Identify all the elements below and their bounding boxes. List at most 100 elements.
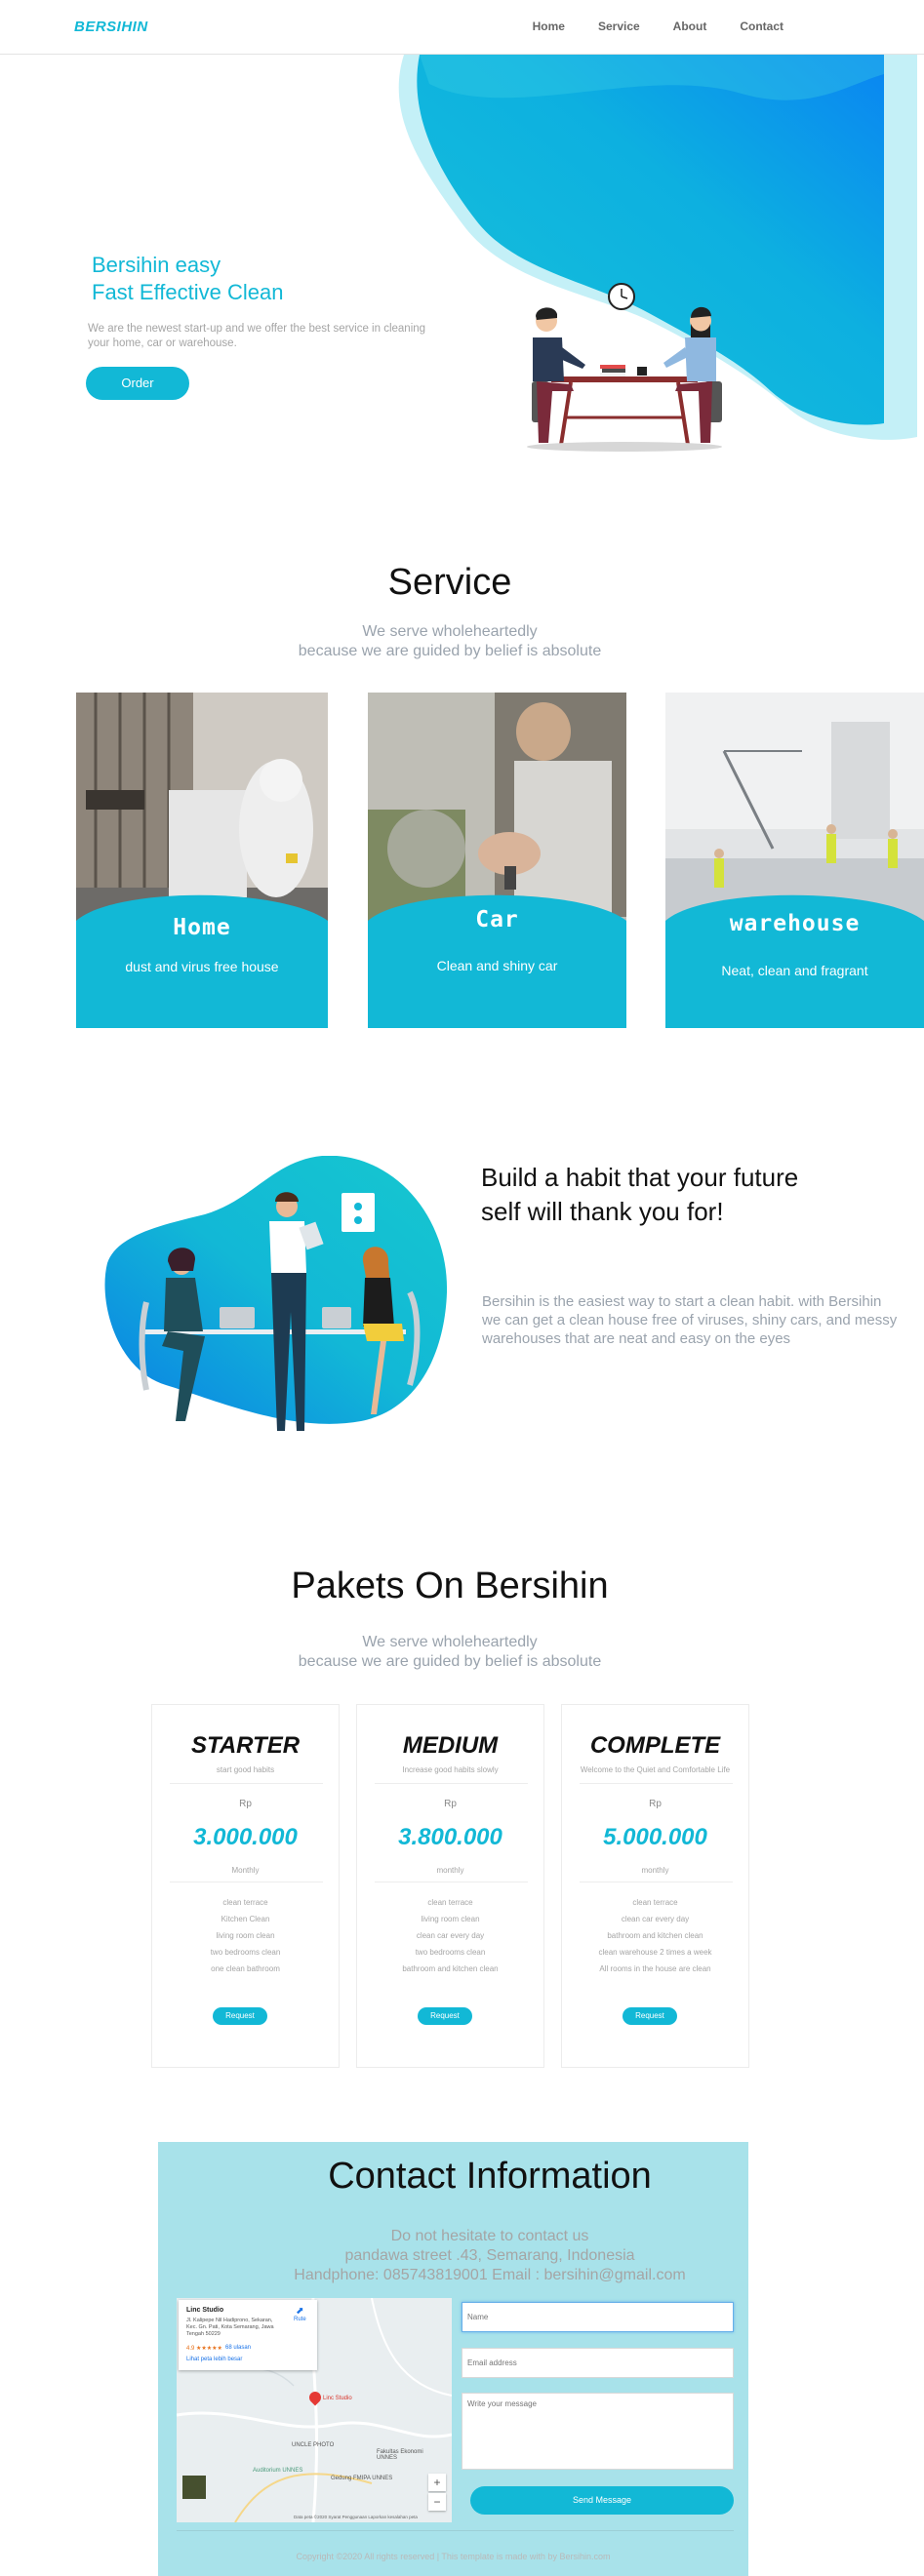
service-card-car[interactable]: Car Clean and shiny car [368, 693, 626, 1028]
map-label: Auditorium UNNES [253, 2468, 303, 2474]
hero-illustration [398, 55, 917, 452]
request-button[interactable]: Request [213, 2007, 267, 2025]
plan-card-starter: STARTER start good habits Rp 3.000.000 M… [151, 1704, 340, 2068]
plan-feature: Kitchen Clean [221, 1915, 270, 1923]
service-title: Service [387, 562, 512, 603]
nav-link-service[interactable]: Service [598, 20, 640, 33]
service-subtitle: We serve wholeheartedly because we are g… [0, 622, 900, 661]
plan-tagline: Increase good habits slowly [402, 1765, 499, 1774]
name-input[interactable] [462, 2302, 734, 2332]
service-card-wave [368, 894, 626, 1028]
plan-price: 5.000.000 [603, 1824, 707, 1850]
contact-address: pandawa street .43, Semarang, Indonesia [344, 2247, 635, 2264]
divider [580, 1783, 733, 1784]
send-message-button[interactable]: Send Message [470, 2486, 734, 2515]
divider [177, 2530, 734, 2531]
service-card-name: warehouse [729, 911, 861, 936]
map-label: Linc Studio [323, 2396, 352, 2401]
service-card-home[interactable]: Home dust and virus free house [76, 693, 328, 1028]
service-card-name: Car [475, 907, 519, 932]
plan-feature: clean car every day [621, 1915, 690, 1923]
contact-title: Contact Information [328, 2156, 652, 2197]
service-card-warehouse[interactable]: warehouse Neat, clean and fragrant [665, 693, 924, 1028]
divider [170, 1783, 323, 1784]
order-button[interactable]: Order [86, 367, 189, 400]
plan-feature: All rooms in the house are clean [599, 1964, 711, 1973]
service-subtitle-line1: We serve wholeheartedly [362, 623, 538, 640]
service-subtitle-line2: because we are guided by belief is absol… [298, 643, 602, 659]
plan-period: monthly [641, 1866, 669, 1875]
plan-tagline: Welcome to the Quiet and Comfortable Lif… [580, 1765, 731, 1774]
pakets-title: Pakets On Bersihin [291, 1565, 609, 1606]
plan-feature: living room clean [216, 1931, 275, 1940]
nav-link-about[interactable]: About [673, 20, 707, 33]
email-input[interactable] [462, 2348, 734, 2378]
contact-phone-email: Handphone: 085743819001 Email : bersihin… [294, 2267, 686, 2283]
zoom-out-button[interactable]: − [428, 2493, 446, 2511]
plan-feature: clean car every day [416, 1931, 485, 1940]
service-card-name: Home [173, 915, 231, 940]
habit-text: Bersihin is the easiest way to start a c… [482, 1293, 898, 1347]
hero-title: Bersihin easy Fast Effective Clean [92, 252, 283, 306]
plan-feature: clean terrace [632, 1898, 678, 1907]
habit-title: Build a habit that your future self will… [481, 1163, 799, 1226]
service-card-desc: Neat, clean and fragrant [721, 963, 868, 978]
plan-feature: clean warehouse 2 times a week [598, 1948, 712, 1957]
service-card-wave [665, 894, 924, 1028]
pakets-subtitle-line2: because we are guided by belief is absol… [298, 1653, 602, 1670]
embedded-map[interactable]: Linc Studio UNCLE PHOTO Fakultas Ekonomi… [177, 2298, 452, 2522]
request-button[interactable]: Request [418, 2007, 472, 2025]
plan-name: MEDIUM [402, 1732, 499, 1759]
plan-currency: Rp [649, 1799, 662, 1809]
nav-link-home[interactable]: Home [533, 20, 565, 33]
zoom-in-button[interactable]: + [428, 2474, 446, 2491]
request-button[interactable]: Request [623, 2007, 677, 2025]
plan-feature: one clean bathroom [211, 1964, 280, 1973]
plan-card-medium: MEDIUM Increase good habits slowly Rp 3.… [356, 1704, 544, 2068]
plan-tagline: start good habits [216, 1765, 275, 1774]
plan-feature: bathroom and kitchen clean [607, 1931, 703, 1940]
contact-section: Contact Information Do not hesitate to c… [158, 2142, 748, 2576]
map-route-label: Rute [294, 2317, 306, 2322]
service-card-desc: dust and virus free house [125, 959, 279, 974]
team-illustration [104, 1156, 448, 1431]
hero-description: We are the newest start-up and we offer … [88, 323, 426, 349]
plan-currency: Rp [239, 1799, 252, 1809]
map-route-button[interactable]: ⬈ Rute [294, 2306, 306, 2322]
nav-link-contact[interactable]: Contact [740, 20, 783, 33]
contact-line: Do not hesitate to contact us [390, 2228, 589, 2244]
plan-price: 3.800.000 [398, 1824, 502, 1850]
plan-name: COMPLETE [589, 1732, 721, 1759]
navbar: BERSIHIN Home Service About Contact [0, 0, 924, 55]
plan-feature: bathroom and kitchen clean [402, 1964, 499, 1973]
brand-logo[interactable]: BERSIHIN [74, 19, 148, 35]
service-card-wave [76, 894, 328, 1028]
plan-period: Monthly [231, 1866, 260, 1875]
pakets-subtitle: We serve wholeheartedly because we are g… [0, 1633, 900, 1672]
map-place-address: Jl. Kalipepe Nil Hadiprono, Sekaran, Kec… [186, 2318, 274, 2337]
pakets-subtitle-line1: We serve wholeheartedly [362, 1634, 538, 1650]
plan-feature: living room clean [421, 1915, 480, 1923]
plan-feature: clean terrace [427, 1898, 473, 1907]
map-label: Fakultas Ekonomi UNNES [377, 2449, 423, 2461]
map-label: UNCLE PHOTO [292, 2442, 335, 2448]
map-footer: Data peta ©2020 Syarat Penggunaan Lapork… [294, 2515, 418, 2519]
message-input[interactable] [462, 2393, 734, 2470]
hero-title-line2: Fast Effective Clean [92, 280, 284, 304]
plan-feature: clean terrace [222, 1898, 268, 1907]
map-place-name: Linc Studio [186, 2307, 224, 2314]
service-card-desc: Clean and shiny car [436, 958, 558, 973]
plan-feature: two bedrooms clean [415, 1948, 486, 1957]
map-label: Gedung FMIPA UNNES [331, 2476, 393, 2481]
plan-period: monthly [436, 1866, 464, 1875]
copyright: Copyright ©2020 All rights reserved | Th… [296, 2552, 611, 2561]
hero-title-line1: Bersihin easy [92, 253, 221, 277]
plan-price: 3.000.000 [193, 1824, 298, 1850]
map-larger-link[interactable]: Lihat peta lebih besar [186, 2357, 242, 2362]
hero-section: Bersihin easy Fast Effective Clean We ar… [0, 55, 924, 474]
divider [375, 1783, 528, 1784]
plan-feature: two bedrooms clean [210, 1948, 281, 1957]
directions-icon: ⬈ [296, 2306, 304, 2317]
map-reviews-link[interactable]: 68 ulasan [225, 2345, 251, 2351]
plan-currency: Rp [444, 1799, 457, 1809]
